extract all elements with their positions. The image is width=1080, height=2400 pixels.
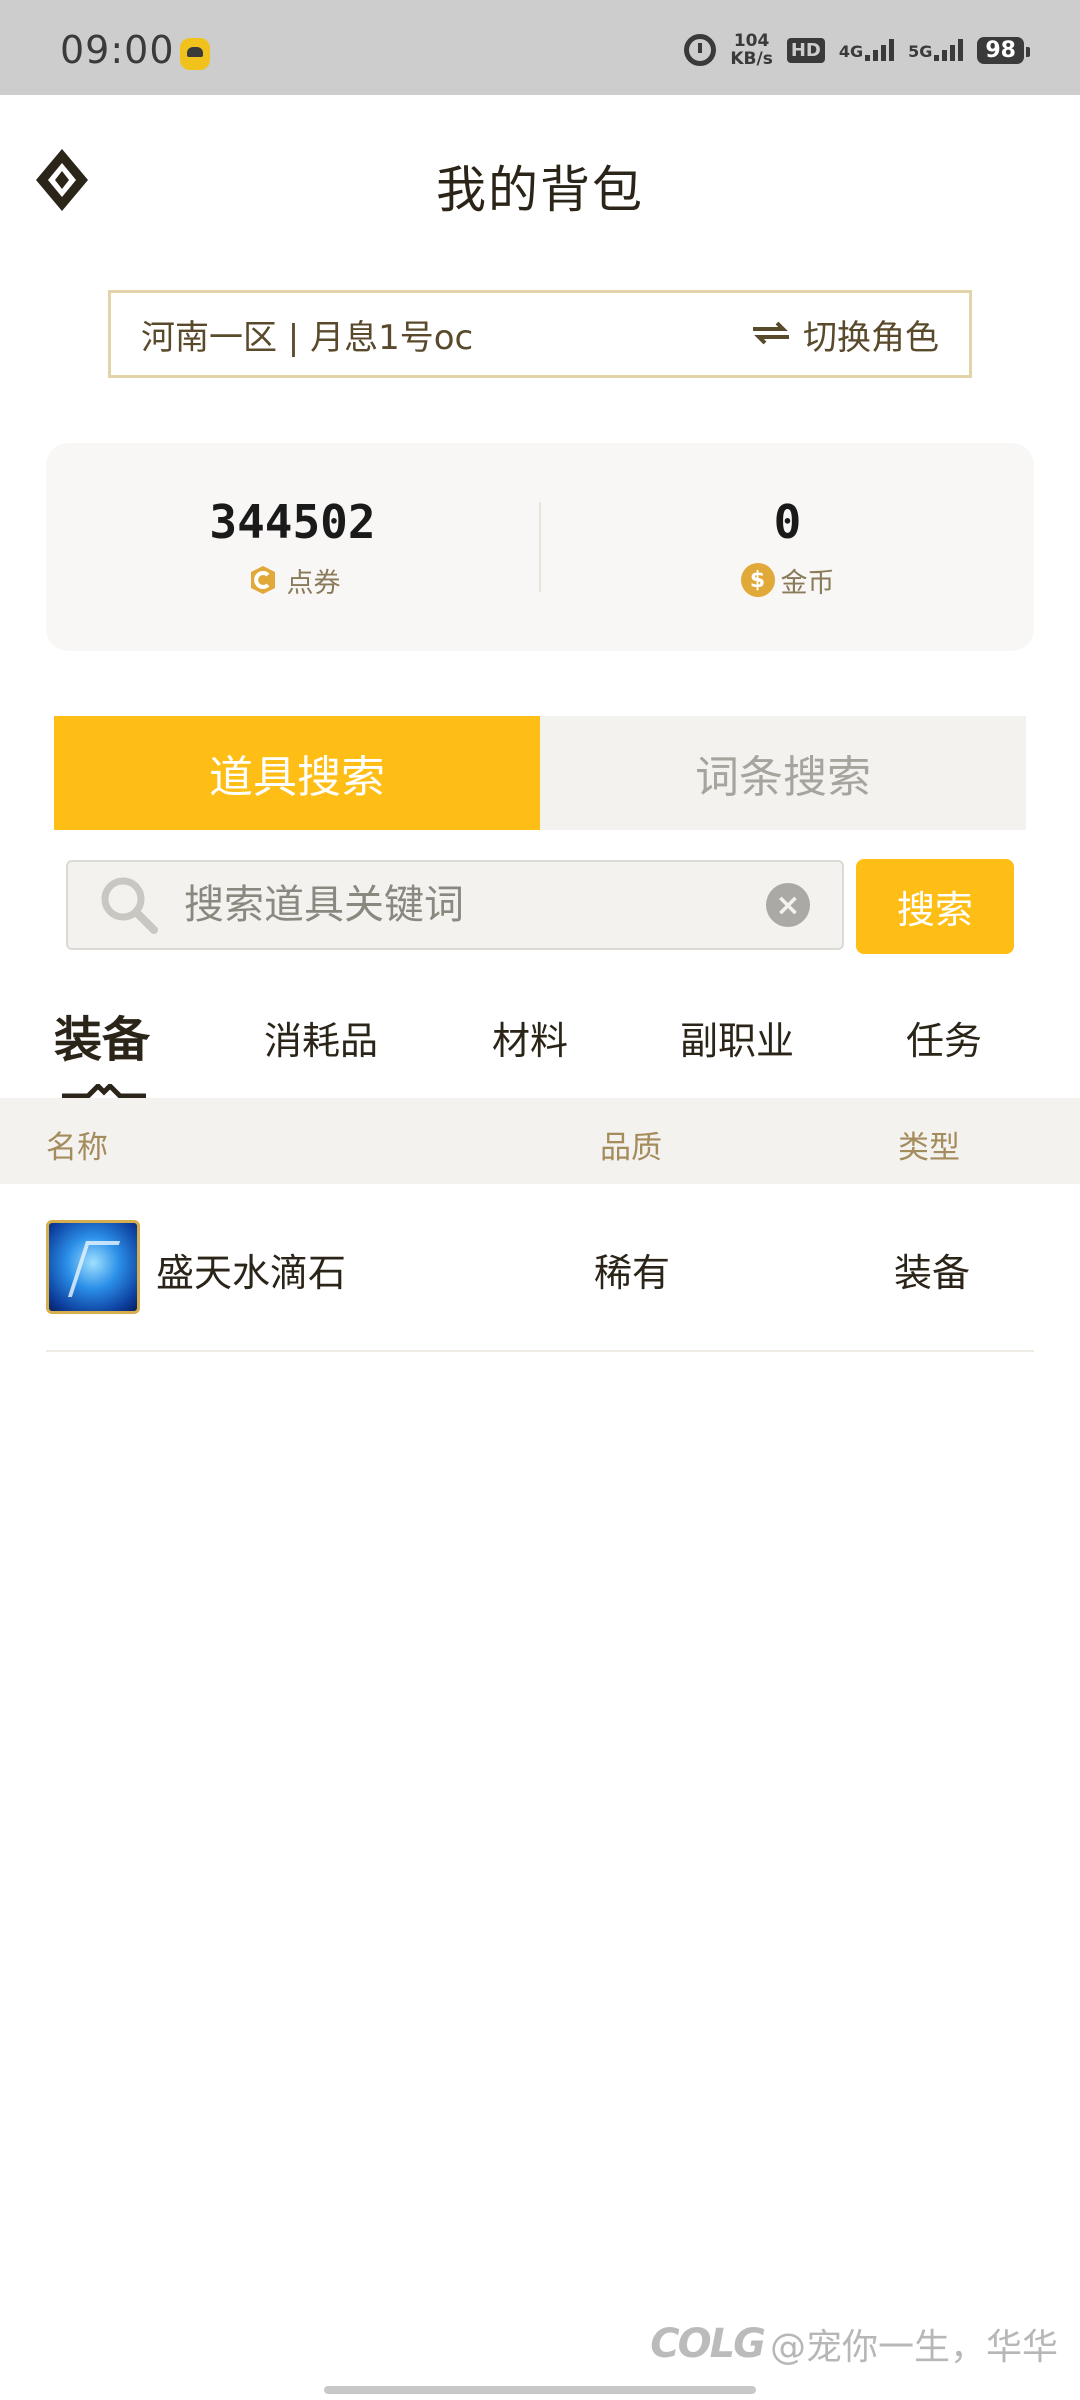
hd-voice-icon: HD [786, 37, 825, 63]
column-name: 名称 [46, 1130, 108, 1166]
home-indicator[interactable] [324, 2386, 756, 2394]
voucher-value: 344502 [209, 494, 376, 549]
item-type: 装备 [894, 1251, 971, 1295]
clear-icon[interactable]: × [766, 883, 810, 927]
item-name: 盛天水滴石 [156, 1251, 347, 1295]
column-quality: 品质 [600, 1130, 662, 1166]
network-speed-unit: KB/s [730, 49, 773, 69]
table-row[interactable]: 盛天水滴石 稀有 装备 [46, 1184, 1034, 1352]
search-box: × [66, 860, 844, 950]
gold-value: 0 [773, 494, 802, 549]
tab-subclass[interactable]: 副职业 [680, 1010, 794, 1065]
gold-label: 金币 [780, 567, 835, 599]
switch-role-label: 切换角色 [803, 317, 939, 358]
item-gem-icon [46, 1220, 140, 1314]
voucher-icon [245, 562, 281, 598]
switch-icon [751, 314, 791, 354]
signal-sim1-icon: 4G [838, 39, 895, 61]
item-quality: 稀有 [594, 1251, 671, 1295]
network-speed: 104 KB/s [730, 32, 772, 68]
status-bar: 09:00 104 KB/s HD 4G 5G 98 [0, 0, 1080, 95]
search-input[interactable] [160, 882, 766, 928]
signal-sim2-icon: 5G [908, 39, 964, 61]
voucher-label: 点券 [286, 567, 341, 599]
sim1-network-label: 4G [838, 42, 864, 61]
tab-item-search[interactable]: 道具搜索 [54, 716, 540, 830]
tab-quests[interactable]: 任务 [906, 1010, 982, 1065]
search-button[interactable]: 搜索 [856, 859, 1014, 954]
watermark: COLG @宠你一生，华华 [650, 2318, 1058, 2370]
gold-balance: 0 $ 金币 [541, 495, 1034, 600]
alarm-icon [684, 34, 717, 66]
tab-equipment[interactable]: 装备 [54, 1000, 150, 1070]
currency-card: 344502 点券 0 $ 金币 [46, 443, 1034, 651]
tab-affix-search[interactable]: 词条搜索 [540, 716, 1026, 830]
category-tabs: 装备 消耗品 材料 副职业 任务 [0, 1000, 1080, 1100]
column-type: 类型 [898, 1130, 960, 1166]
watermark-logo: COLG [650, 2321, 766, 2367]
battery-icon: 98 [977, 36, 1030, 64]
search-icon [98, 874, 160, 936]
server-role-label: 河南一区 | 月息1号oc [141, 317, 474, 358]
network-speed-value: 104 [733, 31, 770, 51]
switch-role-button[interactable]: 切换角色 [751, 310, 939, 359]
notification-app-icon [180, 38, 210, 70]
server-bar: 河南一区 | 月息1号oc 切换角色 [108, 290, 972, 378]
voucher-balance: 344502 点券 [46, 495, 539, 600]
tab-materials[interactable]: 材料 [492, 1010, 568, 1065]
tab-consumables[interactable]: 消耗品 [264, 1010, 378, 1065]
watermark-text: @宠你一生，华华 [769, 2327, 1058, 2368]
sim2-network-label: 5G [908, 42, 933, 61]
page-title: 我的背包 [436, 161, 644, 219]
status-icons: 104 KB/s HD 4G 5G 98 [684, 30, 1030, 70]
gold-coin-icon: $ [740, 563, 775, 597]
table-header: 名称 品质 类型 [0, 1098, 1080, 1184]
search-mode-tabs: 道具搜索 词条搜索 [54, 716, 1026, 830]
status-time: 09:00 [60, 28, 175, 72]
